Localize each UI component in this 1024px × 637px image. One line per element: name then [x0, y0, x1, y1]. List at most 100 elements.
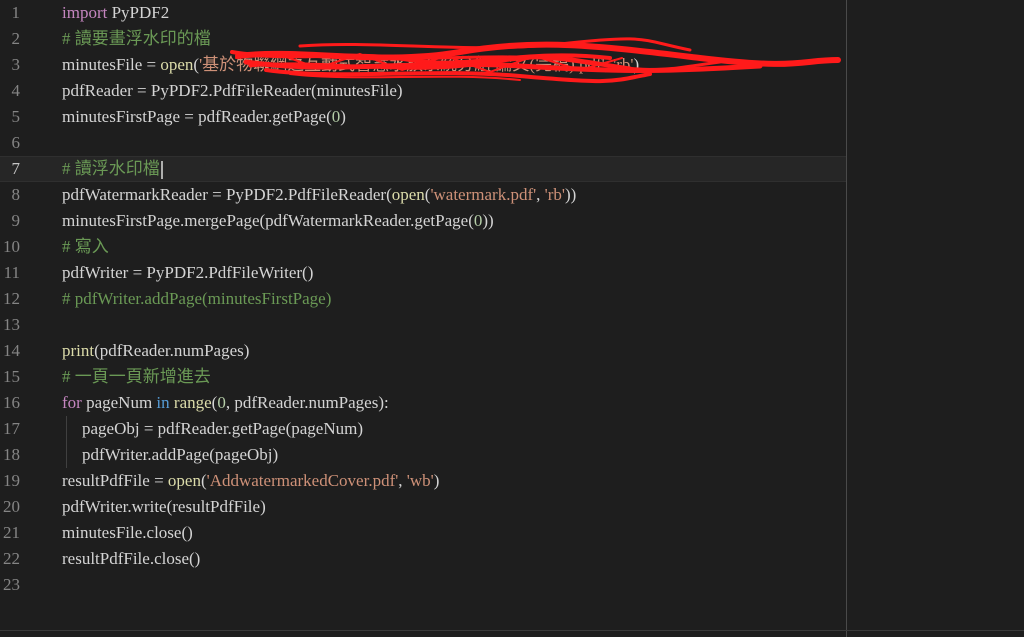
- code-token: open: [167, 471, 201, 490]
- code-line[interactable]: 15 # 一頁一頁新增進去: [0, 364, 846, 390]
- code-token: ): [340, 107, 346, 126]
- code-token: 0: [331, 107, 341, 126]
- code-token: minutesFile =: [62, 55, 161, 74]
- code-line[interactable]: 4 pdfReader = PyPDF2.PdfFileReader(minute…: [0, 78, 846, 104]
- code-line[interactable]: 7 # 讀浮水印檔: [0, 156, 846, 182]
- code-text[interactable]: pdfReader = PyPDF2.PdfFileReader(minutes…: [62, 78, 403, 104]
- code-line[interactable]: 11 pdfWriter = PyPDF2.PdfFileWriter(): [0, 260, 846, 286]
- code-token: # 讀浮水印檔: [62, 159, 160, 178]
- code-token: # 讀要畫浮水印的檔: [62, 29, 211, 48]
- column-ruler: [846, 0, 847, 637]
- code-line[interactable]: 20 pdfWriter.write(resultPdfFile): [0, 494, 846, 520]
- code-line[interactable]: 21 minutesFile.close(): [0, 520, 846, 546]
- line-number: 20: [3, 497, 20, 516]
- code-token: print: [62, 341, 95, 360]
- code-text[interactable]: minutesFile.close(): [62, 520, 193, 546]
- code-token: # 一頁一頁新增進去: [62, 367, 211, 386]
- code-line[interactable]: 19 resultPdfFile = open('AddwatermarkedCo…: [0, 468, 846, 494]
- code-text[interactable]: pdfWatermarkReader = PyPDF2.PdfFileReade…: [62, 182, 576, 208]
- code-token: (pdfReader.numPages): [94, 341, 250, 360]
- code-text[interactable]: minutesFile = open('基於物聯網之互動式智慧水族系統分組 論文…: [62, 52, 639, 78]
- code-text[interactable]: # 讀浮水印檔: [62, 156, 163, 182]
- code-token: resultPdfFile =: [62, 471, 168, 490]
- code-token: pdfReader = PyPDF2.PdfFileReader(minutes…: [62, 81, 403, 100]
- code-token: ,: [536, 185, 545, 204]
- code-token: # 寫入: [62, 237, 109, 256]
- indent-guide: [66, 442, 67, 468]
- text-cursor: [160, 161, 163, 180]
- code-line[interactable]: 14 print(pdfReader.numPages): [0, 338, 846, 364]
- code-editor[interactable]: 1 import PyPDF2 2 # 讀要畫浮水印的檔 3 minutesFile = …: [0, 0, 1024, 637]
- code-token: 'rb': [613, 55, 634, 74]
- line-number: 9: [11, 211, 21, 230]
- code-token: # pdfWriter.addPage(minutesFirstPage): [62, 289, 332, 308]
- code-text[interactable]: resultPdfFile = open('AddwatermarkedCove…: [62, 468, 439, 494]
- line-number: 8: [11, 185, 21, 204]
- line-number: 14: [3, 341, 20, 360]
- code-token: minutesFirstPage.mergePage(pdfWatermarkR…: [62, 211, 474, 230]
- code-text[interactable]: pdfWriter.write(resultPdfFile): [62, 494, 266, 520]
- code-token: import: [62, 3, 108, 22]
- code-text[interactable]: print(pdfReader.numPages): [62, 338, 249, 364]
- line-number: 11: [3, 263, 20, 282]
- code-line[interactable]: 17 pageObj = pdfReader.getPage(pageNum): [0, 416, 846, 442]
- line-number: 10: [3, 237, 20, 256]
- code-line[interactable]: 8 pdfWatermarkReader = PyPDF2.PdfFileRead…: [0, 182, 846, 208]
- code-token: pdfWriter = PyPDF2.PdfFileWriter(): [62, 263, 314, 282]
- code-token: )): [564, 185, 577, 204]
- code-text[interactable]: minutesFirstPage.mergePage(pdfWatermarkR…: [62, 208, 494, 234]
- code-token: range: [173, 393, 212, 412]
- line-number: 12: [3, 289, 20, 308]
- code-token: pageObj = pdfReader.getPage(pageNum): [82, 419, 364, 438]
- code-text[interactable]: # 一頁一頁新增進去: [62, 364, 211, 390]
- line-number: 13: [3, 315, 20, 334]
- code-line[interactable]: 23: [0, 572, 846, 598]
- code-line[interactable]: 22 resultPdfFile.close(): [0, 546, 846, 572]
- line-number: 23: [3, 575, 20, 594]
- code-text[interactable]: pdfWriter = PyPDF2.PdfFileWriter(): [62, 260, 313, 286]
- code-line[interactable]: 6: [0, 130, 846, 156]
- code-token: pageNum: [81, 393, 157, 412]
- code-text[interactable]: pageObj = pdfReader.getPage(pageNum): [82, 416, 363, 442]
- line-number: 21: [3, 523, 20, 542]
- line-number: 4: [11, 81, 21, 100]
- indent-guide: [66, 416, 67, 442]
- code-token: open: [160, 55, 194, 74]
- code-line[interactable]: 10 # 寫入: [0, 234, 846, 260]
- code-token: pdfWriter.write(resultPdfFile): [62, 497, 266, 516]
- code-text[interactable]: # 讀要畫浮水印的檔: [62, 26, 211, 52]
- code-line[interactable]: 13: [0, 312, 846, 338]
- code-token: 'watermark.pdf': [430, 185, 537, 204]
- code-token: 'wb': [406, 471, 434, 490]
- code-token: ): [433, 471, 440, 490]
- code-line[interactable]: 2 # 讀要畫浮水印的檔: [0, 26, 846, 52]
- code-token: , pdfReader.numPages):: [225, 393, 389, 412]
- line-number: 6: [11, 133, 21, 152]
- code-text[interactable]: # 寫入: [62, 234, 109, 260]
- code-line[interactable]: 5 minutesFirstPage = pdfReader.getPage(0): [0, 104, 846, 130]
- code-line[interactable]: 16 for pageNum in range(0, pdfReader.numP…: [0, 390, 846, 416]
- code-token: pdfWriter.addPage(pageObj): [82, 445, 279, 464]
- code-token: ,: [604, 55, 614, 74]
- code-token: minutesFirstPage = pdfReader.getPage(: [62, 107, 332, 126]
- code-line[interactable]: 3 minutesFile = open('基於物聯網之互動式智慧水族系統分組 論…: [0, 52, 846, 78]
- code-text[interactable]: import PyPDF2: [62, 0, 169, 26]
- code-line[interactable]: 18 pdfWriter.addPage(pageObj): [0, 442, 846, 468]
- code-token: resultPdfFile.close(): [62, 549, 201, 568]
- code-text[interactable]: minutesFirstPage = pdfReader.getPage(0): [62, 104, 346, 130]
- editor-bottom-border: [0, 630, 1024, 631]
- code-text[interactable]: # pdfWriter.addPage(minutesFirstPage): [62, 286, 331, 312]
- line-number: 17: [3, 419, 20, 438]
- line-number: 3: [11, 55, 21, 74]
- code-line[interactable]: 1 import PyPDF2: [0, 0, 846, 26]
- code-token: pdfWatermarkReader = PyPDF2.PdfFileReade…: [62, 185, 392, 204]
- code-line[interactable]: 9 minutesFirstPage.mergePage(pdfWatermark…: [0, 208, 846, 234]
- line-number: 19: [3, 471, 20, 490]
- code-text[interactable]: resultPdfFile.close(): [62, 546, 200, 572]
- code-token: PyPDF2: [107, 3, 170, 22]
- code-text[interactable]: pdfWriter.addPage(pageObj): [82, 442, 278, 468]
- code-token: for: [62, 393, 82, 412]
- line-number: 1: [11, 3, 21, 22]
- code-text[interactable]: for pageNum in range(0, pdfReader.numPag…: [62, 390, 389, 416]
- code-line[interactable]: 12 # pdfWriter.addPage(minutesFirstPage): [0, 286, 846, 312]
